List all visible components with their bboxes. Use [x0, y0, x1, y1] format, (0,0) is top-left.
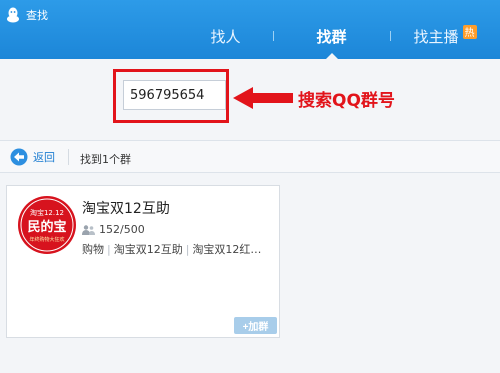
annotation-label: 搜索QQ群号 [298, 91, 395, 111]
title-bar: 查找 找人 找群 找主播 热 [0, 0, 500, 60]
group-tag: 淘宝双12红… [192, 243, 262, 256]
join-group-button[interactable]: +加群 [234, 317, 277, 334]
tab-bar: 找人 找群 找主播 热 [178, 0, 500, 60]
app-header: 查找 [6, 6, 48, 24]
member-count: 152/500 [82, 223, 145, 236]
back-label: 返回 [33, 151, 55, 164]
tag-divider: | [107, 243, 111, 256]
back-arrow-icon [10, 148, 28, 166]
qq-penguin-icon [7, 7, 19, 23]
group-name[interactable]: 淘宝双12互助 [82, 198, 170, 218]
tab-find-people[interactable]: 找人 [178, 0, 273, 59]
tab-divider [273, 31, 274, 41]
tab-find-streamer[interactable]: 找主播 热 [390, 0, 500, 59]
hot-badge: 热 [462, 24, 477, 39]
member-count-text: 152/500 [99, 223, 145, 236]
toolbar-divider [68, 149, 69, 165]
tab-divider [390, 31, 391, 41]
tab-label: 找人 [210, 28, 241, 46]
result-toolbar: 返回 找到1个群 [0, 140, 500, 173]
members-icon [82, 224, 95, 235]
result-count: 找到1个群 [80, 153, 131, 166]
avatar-top-text: 淘宝12.12 [30, 208, 64, 217]
tab-find-group[interactable]: 找群 [273, 0, 390, 60]
avatar-sub-text: 年终购物大狂欢 [29, 236, 64, 243]
group-tag: 淘宝双12互助 [113, 243, 183, 256]
tab-label: 找群 [316, 28, 347, 46]
tag-divider: | [185, 243, 190, 256]
group-result-card[interactable]: 淘宝12.12 民的宝 年终购物大狂欢 淘宝双12互助 152/500 购物 | 淘… [6, 185, 280, 338]
back-button[interactable]: 返回 [10, 148, 55, 166]
group-tags: 购物 | 淘宝双12互助 | 淘宝双12红… [82, 241, 277, 257]
window-title: 查找 [26, 9, 48, 22]
search-input[interactable] [123, 80, 226, 110]
selected-tab-indicator [324, 53, 339, 60]
red-arrow-icon [233, 87, 293, 109]
avatar-main-text: 民的宝 [27, 219, 66, 235]
tab-label: 找主播 [413, 28, 459, 46]
group-avatar: 淘宝12.12 民的宝 年终购物大狂欢 [18, 196, 76, 254]
group-tag: 购物 [82, 243, 104, 256]
